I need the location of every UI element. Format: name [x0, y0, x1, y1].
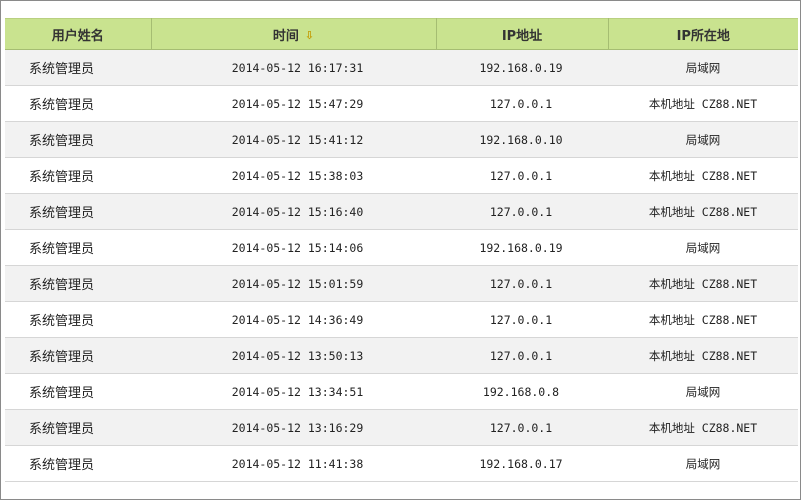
column-header-user[interactable]: 用户姓名: [5, 18, 152, 50]
location-cell: 局域网: [685, 240, 721, 255]
time-cell: 2014-05-12 16:17:31: [231, 60, 364, 75]
location-cell: 本机地址 CZ88.NET: [648, 348, 758, 363]
ip-cell: 127.0.0.1: [489, 312, 553, 327]
time-cell: 2014-05-12 14:36:49: [231, 312, 364, 327]
user-cell: 系统管理员: [29, 350, 95, 365]
time-cell: 2014-05-12 13:16:29: [231, 420, 364, 435]
ip-cell: 192.168.0.8: [482, 384, 560, 399]
ip-cell: 192.168.0.17: [479, 456, 563, 471]
user-cell: 系统管理员: [29, 170, 95, 185]
table-row[interactable]: 系统管理员 2014-05-12 15:41:12 192.168.0.10 局域网: [5, 121, 798, 158]
time-cell: 2014-05-12 15:16:40: [231, 204, 364, 219]
column-header-ip-label: IP地址: [501, 28, 543, 44]
ip-cell: 127.0.0.1: [489, 420, 553, 435]
header-row: 用户姓名 时间 ⇩ IP地址 IP所在地: [5, 18, 798, 50]
location-cell: 局域网: [685, 132, 721, 147]
time-cell: 2014-05-12 11:41:38: [231, 456, 364, 471]
login-log-panel: 用户姓名 时间 ⇩ IP地址 IP所在地 系统管理员 2014-05-12 16:1…: [0, 0, 801, 500]
table-row[interactable]: 系统管理员 2014-05-12 15:01:59 127.0.0.1 本机地址 CZ…: [5, 265, 798, 302]
table-row[interactable]: 系统管理员 2014-05-12 13:50:13 127.0.0.1 本机地址 CZ…: [5, 337, 798, 374]
ip-cell: 192.168.0.19: [479, 60, 563, 75]
login-log-table: 用户姓名 时间 ⇩ IP地址 IP所在地 系统管理员 2014-05-12 16:1…: [5, 18, 798, 482]
user-cell: 系统管理员: [29, 98, 95, 113]
location-cell: 局域网: [685, 60, 721, 75]
user-cell: 系统管理员: [29, 422, 95, 437]
table-row[interactable]: 系统管理员 2014-05-12 15:38:03 127.0.0.1 本机地址 CZ…: [5, 157, 798, 194]
user-cell: 系统管理员: [29, 314, 95, 329]
column-header-time[interactable]: 时间 ⇩: [151, 18, 437, 50]
table-row[interactable]: 系统管理员 2014-05-12 15:47:29 127.0.0.1 本机地址 CZ…: [5, 85, 798, 122]
location-cell: 本机地址 CZ88.NET: [648, 420, 758, 435]
user-cell: 系统管理员: [29, 62, 95, 77]
ip-cell: 127.0.0.1: [489, 276, 553, 291]
time-cell: 2014-05-12 15:14:06: [231, 240, 364, 255]
location-cell: 局域网: [685, 456, 721, 471]
table-row[interactable]: 系统管理员 2014-05-12 16:17:31 192.168.0.19 局域网: [5, 49, 798, 86]
sort-down-arrow-icon[interactable]: ⇩: [305, 29, 314, 42]
time-cell: 2014-05-12 15:41:12: [231, 132, 364, 147]
table-row[interactable]: 系统管理员 2014-05-12 15:14:06 192.168.0.19 局域网: [5, 229, 798, 266]
time-cell: 2014-05-12 15:38:03: [231, 168, 364, 183]
location-cell: 本机地址 CZ88.NET: [648, 312, 758, 327]
column-header-location-label: IP所在地: [676, 28, 730, 44]
time-cell: 2014-05-12 15:01:59: [231, 276, 364, 291]
user-cell: 系统管理员: [29, 458, 95, 473]
time-cell: 2014-05-12 15:47:29: [231, 96, 364, 111]
column-header-location[interactable]: IP所在地: [608, 18, 798, 50]
time-cell: 2014-05-12 13:50:13: [231, 348, 364, 363]
ip-cell: 192.168.0.19: [479, 240, 563, 255]
user-cell: 系统管理员: [29, 242, 95, 257]
table-row[interactable]: 系统管理员 2014-05-12 13:16:29 127.0.0.1 本机地址 CZ…: [5, 409, 798, 446]
column-header-ip[interactable]: IP地址: [436, 18, 609, 50]
ip-cell: 127.0.0.1: [489, 348, 553, 363]
table-row[interactable]: 系统管理员 2014-05-12 14:36:49 127.0.0.1 本机地址 CZ…: [5, 301, 798, 338]
user-cell: 系统管理员: [29, 386, 95, 401]
table-row[interactable]: 系统管理员 2014-05-12 13:34:51 192.168.0.8 局域网: [5, 373, 798, 410]
user-cell: 系统管理员: [29, 278, 95, 293]
column-header-time-label: 时间: [272, 28, 299, 44]
location-cell: 本机地址 CZ88.NET: [648, 204, 758, 219]
location-cell: 局域网: [685, 384, 721, 399]
table-row[interactable]: 系统管理员 2014-05-12 11:41:38 192.168.0.17 局域网: [5, 445, 798, 482]
column-header-user-label: 用户姓名: [51, 28, 104, 44]
location-cell: 本机地址 CZ88.NET: [648, 96, 758, 111]
ip-cell: 127.0.0.1: [489, 204, 553, 219]
table-body: 系统管理员 2014-05-12 16:17:31 192.168.0.19 局域网系…: [5, 49, 798, 482]
ip-cell: 127.0.0.1: [489, 168, 553, 183]
time-cell: 2014-05-12 13:34:51: [231, 384, 364, 399]
table-row[interactable]: 系统管理员 2014-05-12 15:16:40 127.0.0.1 本机地址 CZ…: [5, 193, 798, 230]
ip-cell: 127.0.0.1: [489, 96, 553, 111]
location-cell: 本机地址 CZ88.NET: [648, 168, 758, 183]
user-cell: 系统管理员: [29, 134, 95, 149]
table-header: 用户姓名 时间 ⇩ IP地址 IP所在地: [5, 18, 798, 50]
ip-cell: 192.168.0.10: [479, 132, 563, 147]
location-cell: 本机地址 CZ88.NET: [648, 276, 758, 291]
user-cell: 系统管理员: [29, 206, 95, 221]
